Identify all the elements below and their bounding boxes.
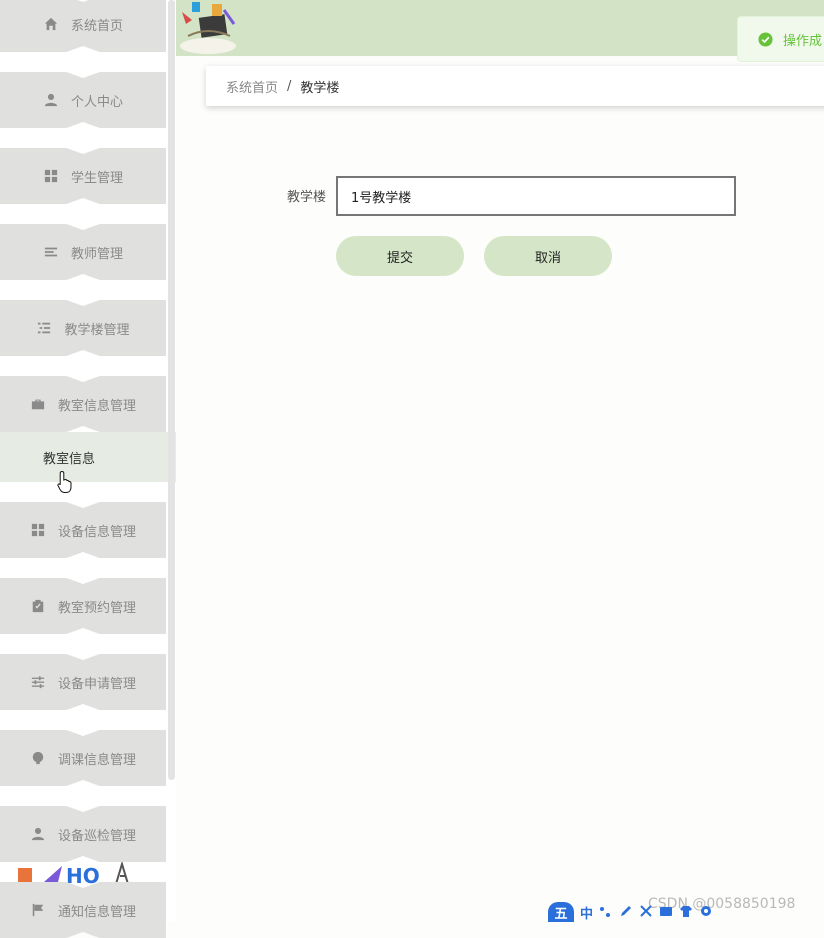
ime-skin-icon[interactable] [679, 904, 693, 922]
sidebar-item-home[interactable]: 系统首页 [0, 0, 166, 52]
sidebar-item-profile[interactable]: 个人中心 [0, 72, 166, 128]
hand-pointer-cursor [57, 470, 72, 493]
submenu-item-classroom-info[interactable]: 教室信息 [0, 432, 176, 482]
ime-scissors-icon[interactable] [639, 904, 653, 922]
sidebar-item-buildings[interactable]: 教学楼管理 [0, 300, 166, 356]
sidebar-item-label: 教师管理 [70, 246, 123, 262]
grid-icon [43, 168, 59, 184]
home-icon [43, 16, 59, 32]
sidebar-item-notices[interactable]: 通知信息管理 [0, 882, 166, 938]
toast-message: 操作成 [783, 33, 823, 49]
sidebar-item-device-requests[interactable]: 设备申请管理 [0, 654, 166, 710]
logo-image [180, 2, 236, 54]
ime-keyboard-icon[interactable] [659, 904, 673, 922]
breadcrumb-separator: / [287, 78, 292, 94]
sidebar-item-label: 教室信息管理 [57, 398, 136, 414]
user-icon [43, 92, 59, 108]
flag-icon [30, 902, 46, 918]
sidebar-item-label: 设备巡检管理 [57, 828, 136, 844]
breadcrumb: 系统首页 / 教学楼 [206, 66, 824, 106]
clipboard-check-icon [30, 598, 46, 614]
sidebar-item-label: 个人中心 [70, 94, 123, 110]
check-circle-icon [758, 31, 773, 47]
sidebar-item-devices[interactable]: 设备信息管理 [0, 502, 166, 558]
submit-button[interactable]: 提交 [336, 236, 464, 276]
sidebar-item-inspections[interactable]: 设备巡检管理 [0, 806, 166, 862]
sidebar-item-label: 调课信息管理 [57, 752, 136, 768]
breadcrumb-current: 教学楼 [300, 80, 340, 96]
user-icon [30, 826, 46, 842]
sliders-icon [30, 674, 46, 690]
building-field-label: 教学楼 [286, 190, 326, 205]
grid-icon [30, 522, 46, 538]
svg-text:HO: HO [66, 864, 100, 886]
list-icon [43, 244, 59, 260]
ime-settings-icon[interactable] [699, 904, 713, 922]
success-toast: 操作成 [737, 16, 824, 62]
building-name-input[interactable] [336, 176, 736, 216]
sidebar-item-reservations[interactable]: 教室预约管理 [0, 578, 166, 634]
sidebar-item-classrooms[interactable]: 教室信息管理 [0, 376, 166, 432]
sidebar-item-label: 设备信息管理 [57, 524, 136, 540]
ime-language-toggle[interactable]: 中 [580, 903, 593, 922]
top-header-bar [176, 0, 824, 56]
ime-pen-icon[interactable] [619, 904, 633, 922]
sidebar-item-label: 教室预约管理 [57, 600, 136, 616]
sidebar-item-label: 教学楼管理 [64, 322, 130, 338]
ime-toolbar: 五 中 [548, 902, 744, 922]
cancel-button[interactable]: 取消 [484, 236, 612, 276]
indent-list-icon [36, 320, 52, 336]
briefcase-icon [30, 396, 46, 412]
breadcrumb-home-link[interactable]: 系统首页 [226, 77, 278, 96]
ime-punctuation-icon[interactable] [599, 904, 613, 922]
sidebar-item-teachers[interactable]: 教师管理 [0, 224, 166, 280]
sidebar: 系统首页 个人中心 学生管理 教师管理 教学楼管理 教室信息管理 教室信息 设备… [0, 0, 176, 922]
sidebar-item-label: 设备申请管理 [57, 676, 136, 692]
sidebar-item-label: 通知信息管理 [57, 904, 136, 920]
sidebar-item-course-changes[interactable]: 调课信息管理 [0, 730, 166, 786]
sidebar-item-label: 学生管理 [70, 170, 123, 186]
sidebar-item-label: 系统首页 [70, 18, 123, 34]
bulb-icon [30, 750, 46, 766]
sidebar-scrollbar[interactable] [168, 0, 175, 780]
sidebar-item-students[interactable]: 学生管理 [0, 148, 166, 204]
submenu-item-label: 教室信息 [43, 451, 96, 467]
ime-logo[interactable]: 五 [548, 902, 574, 922]
